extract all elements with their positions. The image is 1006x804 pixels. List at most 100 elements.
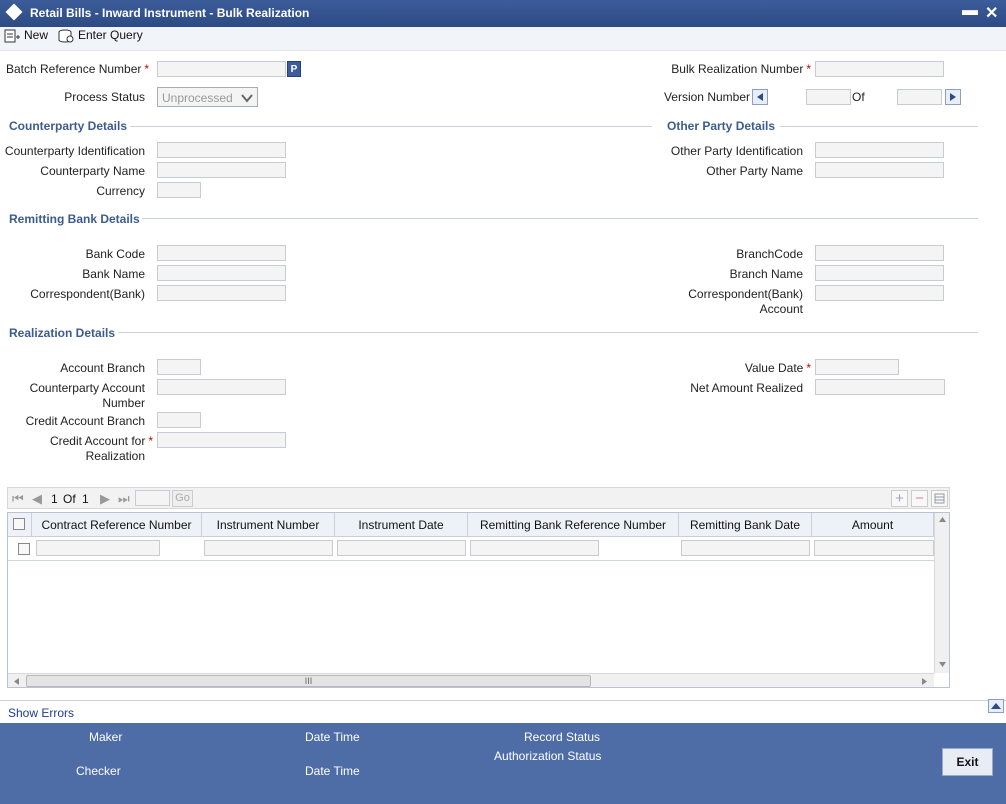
version-current-input[interactable] (806, 89, 851, 105)
bulk-realization-label: Bulk Realization Number * (671, 62, 811, 76)
enter-query-button[interactable]: Enter Query (58, 28, 143, 48)
remitting-bank-date-cell[interactable] (681, 540, 810, 556)
counterparty-divider (130, 126, 652, 127)
process-status-value: Unprocessed (162, 91, 233, 105)
other-party-section-title: Other Party Details (667, 119, 776, 133)
version-previous-button[interactable] (752, 89, 768, 105)
counterparty-account-label: Counterparty Account Number (29, 381, 145, 410)
version-total-input[interactable] (897, 89, 942, 105)
amount-cell[interactable] (814, 540, 934, 556)
branch-code-label: BranchCode (736, 247, 803, 261)
currency-input[interactable] (157, 182, 201, 198)
vertical-scrollbar[interactable] (934, 513, 949, 673)
value-date-label: Value Date * (744, 361, 811, 375)
maker-label: Maker (89, 730, 123, 744)
checker-label: Checker (76, 764, 121, 778)
show-errors-bar: Show Errors (0, 699, 1006, 723)
page-current: 1 (51, 492, 58, 506)
correspondent-bank-input[interactable] (157, 285, 286, 301)
instrument-date-cell[interactable] (337, 540, 466, 556)
scroll-up-icon[interactable] (938, 515, 947, 523)
grid-pagination-bar: ⏮ ◀ 1 Of 1 ▶ ⏭ Go + − (7, 487, 950, 509)
column-header-remitting-bank-date[interactable]: Remitting Bank Date (679, 513, 812, 537)
net-amount-realized-input[interactable] (815, 379, 945, 395)
page-total: 1 (82, 492, 89, 506)
bulk-realization-input[interactable] (815, 61, 944, 77)
counterparty-name-label: Counterparty Name (40, 164, 145, 178)
exit-button[interactable]: Exit (942, 748, 993, 776)
last-page-icon[interactable]: ⏭ (118, 491, 130, 507)
value-date-input[interactable] (815, 359, 899, 375)
remitting-bank-divider (142, 218, 978, 219)
process-status-label: Process Status (64, 90, 145, 104)
credit-account-realization-input[interactable] (157, 432, 286, 448)
column-header-instrument-date[interactable]: Instrument Date (335, 513, 468, 537)
counterparty-name-input[interactable] (157, 162, 286, 178)
next-page-icon[interactable]: ▶ (100, 491, 110, 507)
expand-errors-button[interactable] (988, 699, 1004, 713)
version-of-label: Of (852, 90, 865, 104)
process-status-select[interactable]: Unprocessed (157, 87, 258, 107)
first-page-icon[interactable]: ⏮ (12, 491, 24, 507)
batch-reference-lov-button[interactable]: P (287, 61, 301, 77)
instrument-number-cell[interactable] (204, 540, 333, 556)
row-checkbox[interactable] (18, 543, 30, 555)
horizontal-scrollbar[interactable]: III (8, 673, 934, 687)
single-view-button[interactable] (931, 490, 948, 507)
delete-row-button[interactable]: − (911, 490, 928, 507)
minimize-button[interactable]: ▬ (962, 2, 978, 20)
chevron-down-icon (241, 94, 253, 103)
version-next-button[interactable] (945, 89, 961, 105)
bank-name-input[interactable] (157, 265, 286, 281)
window-title: Retail Bills - Inward Instrument - Bulk … (30, 6, 310, 20)
realization-divider (118, 332, 978, 333)
query-database-icon (58, 29, 74, 43)
bank-code-input[interactable] (157, 245, 286, 261)
table-row (8, 537, 934, 561)
branch-code-input[interactable] (815, 245, 944, 261)
scroll-right-icon[interactable] (921, 677, 929, 686)
minus-icon: − (915, 490, 924, 507)
correspondent-account-input[interactable] (815, 285, 944, 301)
enter-query-label: Enter Query (78, 28, 143, 42)
column-header-instrument-number[interactable]: Instrument Number (202, 513, 335, 537)
branch-name-input[interactable] (815, 265, 944, 281)
scroll-down-icon[interactable] (938, 661, 947, 669)
show-errors-link[interactable]: Show Errors (8, 706, 74, 720)
close-button[interactable]: ✕ (985, 3, 998, 23)
counterparty-identification-label: Counterparty Identification (4, 144, 145, 158)
window-title-bar: Retail Bills - Inward Instrument - Bulk … (0, 0, 1006, 27)
credit-account-branch-input[interactable] (157, 412, 201, 428)
column-header-remitting-bank-reference[interactable]: Remitting Bank Reference Number (468, 513, 679, 537)
select-all-checkbox[interactable] (13, 518, 25, 530)
page-jump-input[interactable] (135, 490, 170, 506)
contract-reference-cell[interactable] (36, 540, 160, 556)
remitting-bank-reference-cell[interactable] (470, 540, 599, 556)
go-button[interactable]: Go (172, 490, 193, 507)
horizontal-scroll-thumb[interactable]: III (26, 675, 591, 687)
branch-name-label: Branch Name (729, 267, 803, 281)
column-header-amount[interactable]: Amount (812, 513, 934, 537)
column-header-contract-reference[interactable]: Contract Reference Number (32, 513, 202, 537)
app-diamond-icon (5, 3, 23, 21)
remitting-bank-section-title: Remitting Bank Details (9, 212, 140, 226)
page-of-label: Of (63, 492, 76, 506)
account-branch-input[interactable] (157, 359, 201, 375)
other-party-name-label: Other Party Name (706, 164, 803, 178)
add-row-button[interactable]: + (891, 490, 908, 507)
previous-page-icon[interactable]: ◀ (32, 491, 42, 507)
counterparty-identification-input[interactable] (157, 142, 286, 158)
triangle-left-icon (757, 93, 763, 101)
new-button[interactable]: New (4, 28, 48, 48)
bank-name-label: Bank Name (82, 267, 145, 281)
batch-reference-input[interactable] (157, 61, 286, 77)
other-party-name-input[interactable] (815, 162, 944, 178)
account-branch-label: Account Branch (60, 361, 145, 375)
bank-code-label: Bank Code (85, 247, 145, 261)
other-party-identification-input[interactable] (815, 142, 944, 158)
record-status-label: Record Status (524, 730, 601, 744)
other-party-divider (780, 126, 978, 127)
version-number-label: Version Number (663, 90, 750, 104)
counterparty-account-input[interactable] (157, 379, 286, 395)
scroll-left-icon[interactable] (12, 677, 20, 686)
